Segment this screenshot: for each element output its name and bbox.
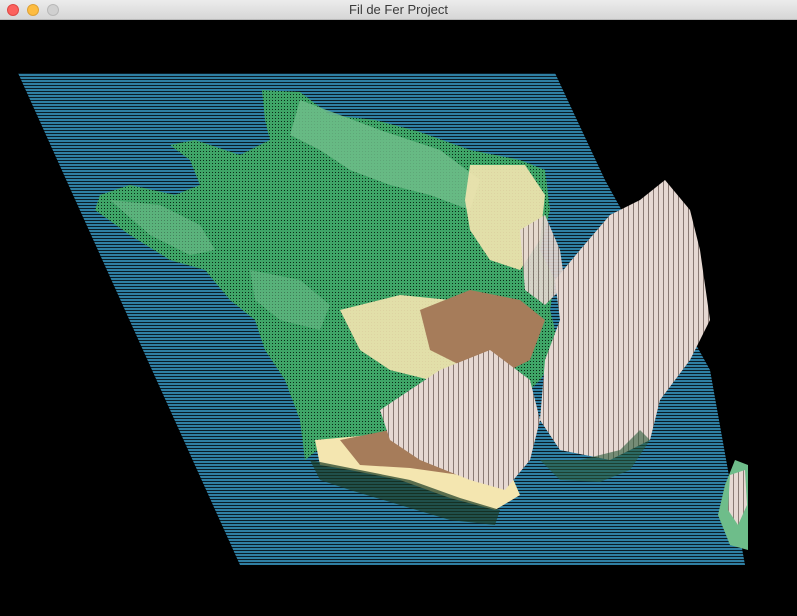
app-window: Fil de Fer Project (0, 0, 797, 616)
wireframe-canvas[interactable] (0, 20, 797, 616)
window-title: Fil de Fer Project (349, 2, 448, 17)
terrain-wireframe (18, 73, 748, 565)
title-bar[interactable]: Fil de Fer Project (0, 0, 797, 20)
